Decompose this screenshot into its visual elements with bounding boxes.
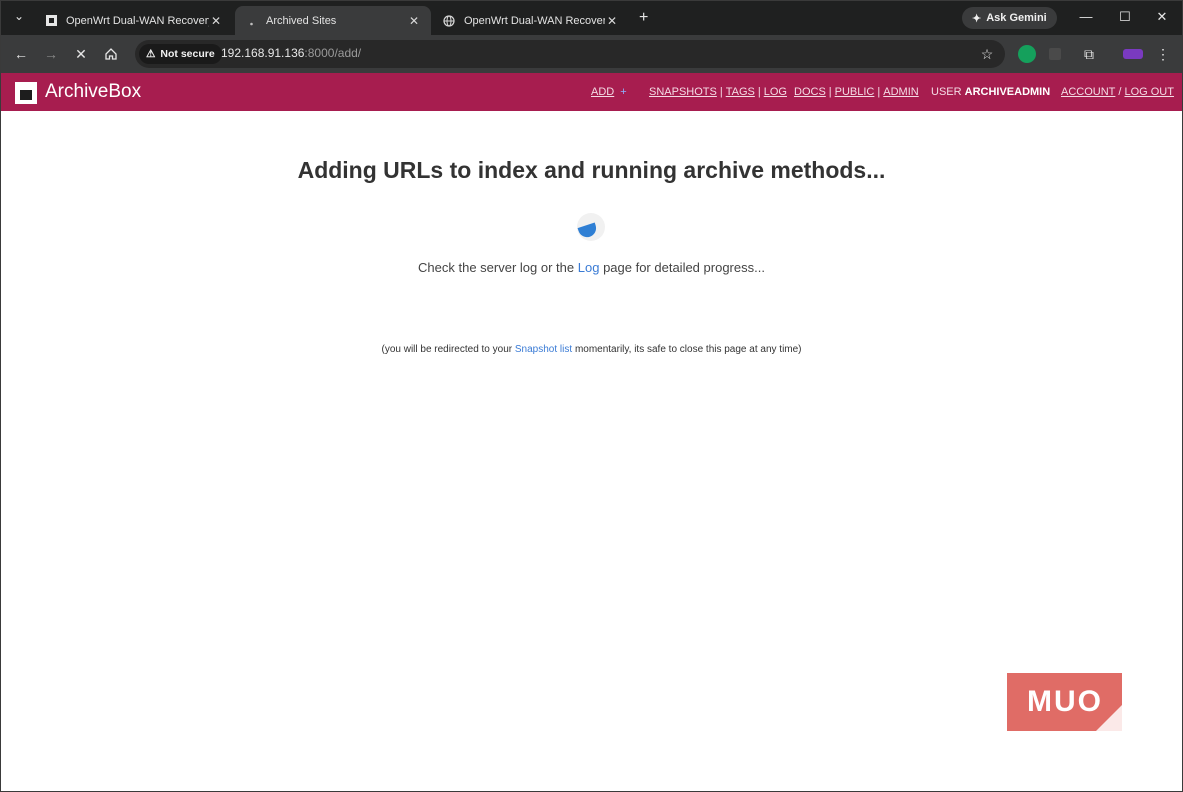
warning-triangle-icon: ⚠ [146, 48, 156, 60]
browser-window: ⌄ OpenWrt Dual-WAN Recovery ✕ Archived S… [0, 0, 1183, 792]
nav-admin-link[interactable]: ADMIN [883, 86, 918, 98]
nav-logout-link[interactable]: LOG OUT [1124, 86, 1174, 98]
url-rest: :8000/add/ [304, 46, 362, 60]
progress-text-after: page for detailed progress... [603, 260, 765, 275]
tab-search-chevron-icon[interactable]: ⌄ [9, 9, 29, 27]
not-secure-label: Not secure [160, 48, 215, 60]
page-title: Adding URLs to index and running archive… [297, 157, 886, 183]
star-bookmark-icon[interactable]: ☆ [977, 44, 997, 64]
snapshot-list-link[interactable]: Snapshot list [515, 344, 572, 355]
tab-openwrt-2[interactable]: OpenWrt Dual-WAN Recovery ✕ [433, 6, 629, 35]
globe-icon [443, 14, 455, 27]
ask-gemini-label: Ask Gemini [986, 12, 1047, 24]
username: ARCHIVEADMIN [964, 86, 1051, 98]
home-icon[interactable] [101, 44, 121, 64]
browser-toolbar: ← → ✕ ⚠ Not secure 192.168.91.136:8000/a… [1, 35, 1182, 73]
nav-user: USER ARCHIVEADMIN [931, 86, 1050, 98]
url-host: 192.168.91.136 [221, 46, 305, 60]
loading-icon [245, 15, 257, 27]
nav-add-link[interactable]: ADD [591, 86, 614, 98]
redirect-notice: (you will be redirected to your Snapshot… [1, 344, 1182, 355]
redirect-text-before: (you will be redirected to your [381, 344, 513, 355]
puzzle-extensions-icon[interactable]: ⧉ [1079, 44, 1099, 64]
url-text[interactable]: 192.168.91.136:8000/add/ [221, 46, 361, 60]
progress-text-before: Check the server log or the [418, 260, 575, 275]
close-icon[interactable]: ✕ [605, 14, 619, 28]
maximize-icon[interactable]: ☐ [1115, 9, 1135, 25]
progress-message: Check the server log or the Log page for… [1, 260, 1182, 275]
new-tab-icon[interactable]: + [639, 9, 648, 27]
minimize-icon[interactable]: — [1076, 9, 1096, 24]
grammarly-extension-icon[interactable] [1018, 45, 1036, 63]
tab-title: OpenWrt Dual-WAN Recovery [464, 14, 605, 27]
archivebox-logo-icon[interactable] [15, 82, 37, 104]
redirect-text-after: momentarily, its safe to close this page… [574, 344, 802, 355]
back-arrow-icon[interactable]: ← [11, 44, 31, 64]
address-bar[interactable]: ⚠ Not secure 192.168.91.136:8000/add/ ☆ [135, 40, 1005, 68]
tab-title: OpenWrt Dual-WAN Recovery [66, 14, 209, 27]
nav-tags-link[interactable]: TAGS [726, 86, 755, 98]
loading-spinner-icon [577, 213, 605, 241]
profile-avatar[interactable] [1123, 49, 1143, 59]
tab-title: Archived Sites [266, 14, 337, 27]
extension-icon[interactable] [1049, 48, 1061, 60]
close-icon[interactable]: ✕ [209, 14, 223, 28]
archivebox-header: ArchiveBox ADD + SNAPSHOTS | TAGS | LOG DOCS… [1, 73, 1182, 111]
stop-loading-icon[interactable]: ✕ [71, 44, 91, 64]
nav-log-link[interactable]: LOG [764, 86, 787, 98]
nav-docs-link[interactable]: DOCS [794, 86, 826, 98]
log-link[interactable]: Log [578, 260, 600, 275]
nav-add[interactable]: ADD + [591, 86, 627, 98]
nav-group-docs: DOCS | PUBLIC | ADMIN [794, 86, 919, 98]
nav-group-account: ACCOUNT / LOG OUT [1061, 86, 1174, 98]
tab-archived-sites[interactable]: Archived Sites ✕ [235, 6, 431, 35]
watermark-text: MUO [1027, 685, 1103, 718]
tab-strip: ⌄ OpenWrt Dual-WAN Recovery ✕ Archived S… [1, 1, 1182, 35]
document-icon [45, 15, 57, 27]
window-close-icon[interactable]: ✕ [1152, 9, 1172, 25]
brand-title[interactable]: ArchiveBox [45, 81, 141, 103]
tab-openwrt-1[interactable]: OpenWrt Dual-WAN Recovery ✕ [35, 6, 233, 35]
plus-icon: + [620, 86, 627, 98]
gemini-sparkle-icon: ✦ [972, 12, 982, 25]
kebab-menu-icon[interactable]: ⋮ [1153, 44, 1173, 64]
user-prefix: USER [931, 86, 962, 98]
not-secure-chip[interactable]: ⚠ Not secure [139, 44, 222, 64]
nav-group-snapshots: SNAPSHOTS | TAGS | LOG [649, 86, 787, 98]
muo-watermark-logo: MUO [1007, 673, 1122, 731]
nav-snapshots-link[interactable]: SNAPSHOTS [649, 86, 717, 98]
forward-arrow-icon[interactable]: → [41, 44, 61, 64]
nav-account-link[interactable]: ACCOUNT [1061, 86, 1115, 98]
ask-gemini-button[interactable]: ✦ Ask Gemini [962, 7, 1057, 29]
nav-public-link[interactable]: PUBLIC [835, 86, 875, 98]
close-icon[interactable]: ✕ [407, 14, 421, 28]
